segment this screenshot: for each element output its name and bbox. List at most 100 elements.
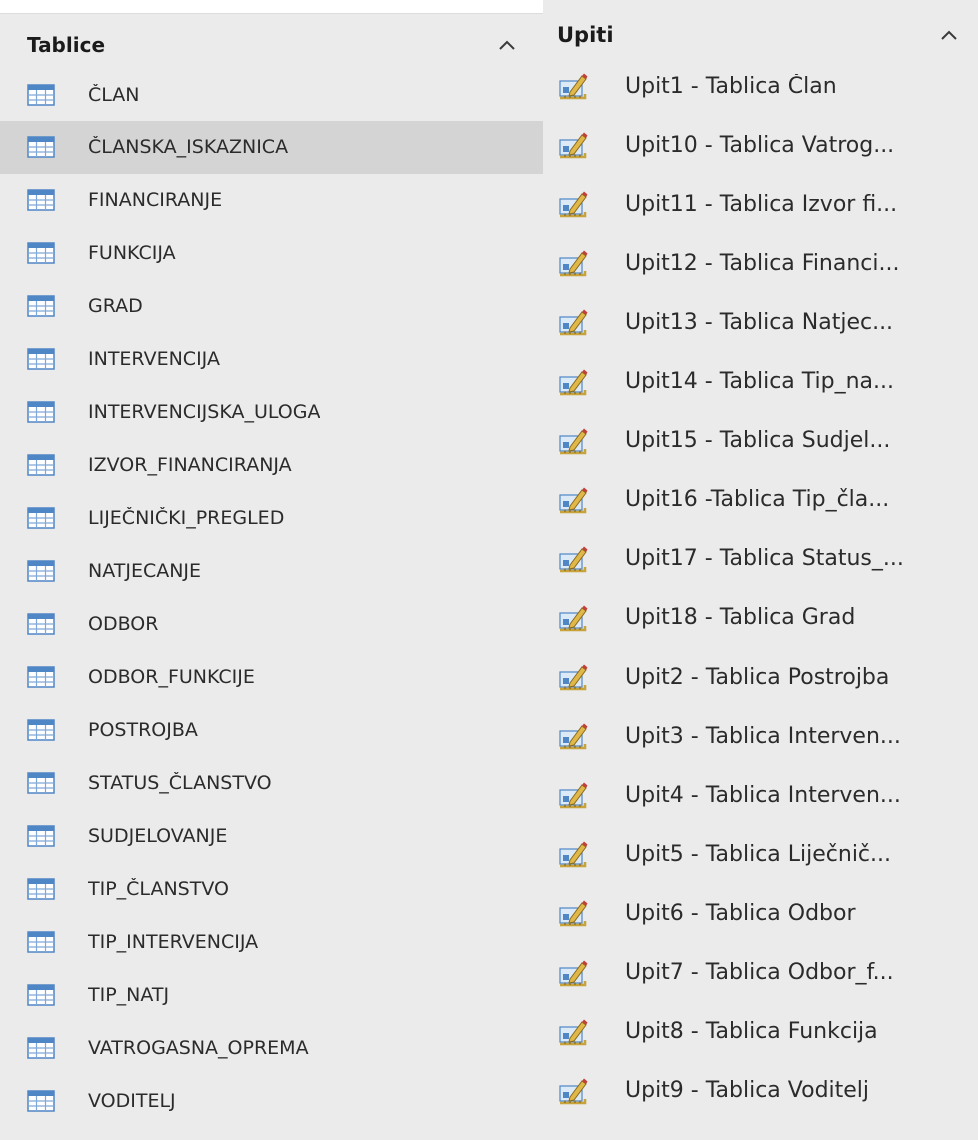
table-item-label: GRAD [88,295,143,318]
query-item-label: Upit9 - Tablica Voditelj [625,1078,870,1104]
table-item-label: LIJEČNIČKI_PREGLED [88,507,285,530]
query-item-label: Upit1 - Tablica Član [625,73,837,99]
query-item-label: Upit13 - Tablica Natjec... [625,309,894,335]
table-item[interactable]: ČLANSKA_ISKAZNICA [0,120,543,174]
tables-pane: Tablice ČLAN ČLANSKA_ISKAZNICA FINANCIRA… [0,0,543,1140]
chevron-up-icon[interactable] [934,14,964,56]
table-item[interactable]: TIP_ČLANSTVO [0,862,543,915]
table-item[interactable]: NATJECANJE [0,545,543,598]
table-item[interactable]: VODITELJ [0,1074,543,1127]
table-item-label: FINANCIRANJE [88,189,223,212]
table-item[interactable]: INTERVENCIJSKA_ULOGA [0,386,543,439]
table-icon [27,1036,55,1059]
table-item[interactable]: GRAD [0,280,543,333]
query-item[interactable]: Upit16 -Tablica Tip_čla... [543,473,978,527]
query-item-label: Upit6 - Tablica Odbor [625,900,856,926]
query-design-icon [558,959,588,987]
table-icon [27,83,55,106]
table-item[interactable]: POSTROJBA [0,703,543,756]
table-item[interactable]: FUNKCIJA [0,227,543,280]
table-icon [27,560,55,582]
table-item[interactable]: VATROGASNA_OPREMA [0,1021,543,1074]
query-item[interactable]: Upit7 - Tablica Odbor_f... [543,946,978,1000]
query-item[interactable]: Upit9 - Tablica Voditelj [543,1064,978,1118]
table-item[interactable]: IZVOR_FINANCIRANJA [0,439,543,492]
query-item-label: Upit12 - Tablica Financi... [625,250,900,276]
query-item-label: Upit2 - Tablica Postrojba [625,664,890,690]
query-design-icon [558,190,588,218]
query-item-label: Upit11 - Tablica Izvor fi... [625,191,898,217]
table-item[interactable]: INTERVENCIJA [0,333,543,386]
chevron-up-icon[interactable] [492,24,522,66]
table-item-label: SUDJELOVANJE [88,824,228,847]
query-item[interactable]: Upit17 - Tablica Status_... [543,532,978,586]
query-design-icon [558,781,588,809]
query-item[interactable]: Upit3 - Tablica Interven... [543,709,978,763]
query-item[interactable]: Upit10 - Tablica Vatrog... [543,118,978,172]
table-icon [27,507,55,529]
query-item-label: Upit15 - Tablica Sudjel... [625,428,891,454]
query-item[interactable]: Upit15 - Tablica Sudjel... [543,414,978,468]
query-item[interactable]: Upit14 - Tablica Tip_na... [543,355,978,409]
table-item[interactable]: LIJEČNIČKI_PREGLED [0,492,543,545]
table-item-label: IZVOR_FINANCIRANJA [88,454,292,477]
queries-pane: Upiti Upit1 - Tablica Član Upit10 - Tabl… [543,0,978,1140]
table-item-label: FUNKCIJA [88,242,176,265]
table-icon [27,454,55,476]
table-icon [27,401,55,423]
query-item[interactable]: Upit4 - Tablica Interven... [543,768,978,822]
queries-group-header[interactable]: Upiti [543,14,978,56]
table-item[interactable]: TIP_INTERVENCIJA [0,915,543,968]
table-item[interactable]: ODBOR [0,598,543,651]
query-item[interactable]: Upit12 - Tablica Financi... [543,236,978,290]
query-item[interactable]: Upit11 - Tablica Izvor fi... [543,177,978,231]
table-item[interactable]: SUDJELOVANJE [0,809,543,862]
table-icon [27,772,55,794]
table-icon [27,136,55,159]
query-item[interactable]: Upit6 - Tablica Odbor [543,886,978,940]
table-item[interactable]: FINANCIRANJE [0,174,543,227]
query-design-icon [558,840,588,868]
table-item-label: ODBOR_FUNKCIJE [88,665,255,688]
query-design-icon [558,427,588,455]
table-item-label: VATROGASNA_OPREMA [88,1036,309,1059]
query-design-icon [558,368,588,396]
table-item-label: ČLANSKA_ISKAZNICA [88,136,289,159]
table-icon [27,930,55,953]
query-design-icon [558,604,588,632]
query-design-icon [558,308,588,336]
query-item[interactable]: Upit2 - Tablica Postrojba [543,650,978,704]
query-design-icon [558,722,588,750]
table-item[interactable]: TIP_NATJ [0,968,543,1021]
table-icon [27,242,55,265]
query-item-label: Upit4 - Tablica Interven... [625,782,901,808]
query-design-icon [558,1018,588,1046]
query-item-label: Upit14 - Tablica Tip_na... [625,369,895,394]
table-item[interactable]: ČLAN [0,68,543,121]
queries-group-title: Upiti [557,23,614,47]
table-item-label: POSTROJBA [88,718,198,741]
table-icon [27,189,55,212]
query-item-label: Upit8 - Tablica Funkcija [625,1019,878,1045]
table-item-label: TIP_ČLANSTVO [88,877,229,900]
table-item-label: VODITELJ [88,1089,176,1112]
table-item-label: NATJECANJE [88,560,202,583]
query-design-icon [558,1077,588,1105]
query-item[interactable]: Upit5 - Tablica Liječnič... [543,827,978,881]
query-design-icon [558,486,588,514]
tables-group-header[interactable]: Tablice [0,24,543,66]
query-item[interactable]: Upit1 - Tablica Član [543,59,978,113]
query-design-icon [558,249,588,277]
table-item[interactable]: STATUS_ČLANSTVO [0,756,543,809]
query-item[interactable]: Upit13 - Tablica Natjec... [543,295,978,349]
table-item[interactable]: ODBOR_FUNKCIJE [0,650,543,703]
table-icon [27,825,55,847]
table-icon [27,348,55,370]
table-item-label: STATUS_ČLANSTVO [88,771,272,794]
table-icon [27,295,55,318]
query-design-icon [558,72,588,100]
query-item[interactable]: Upit18 - Tablica Grad [543,591,978,645]
query-item-label: Upit18 - Tablica Grad [625,605,856,631]
query-item[interactable]: Upit8 - Tablica Funkcija [543,1005,978,1059]
table-item-label: TIP_INTERVENCIJA [88,930,259,953]
